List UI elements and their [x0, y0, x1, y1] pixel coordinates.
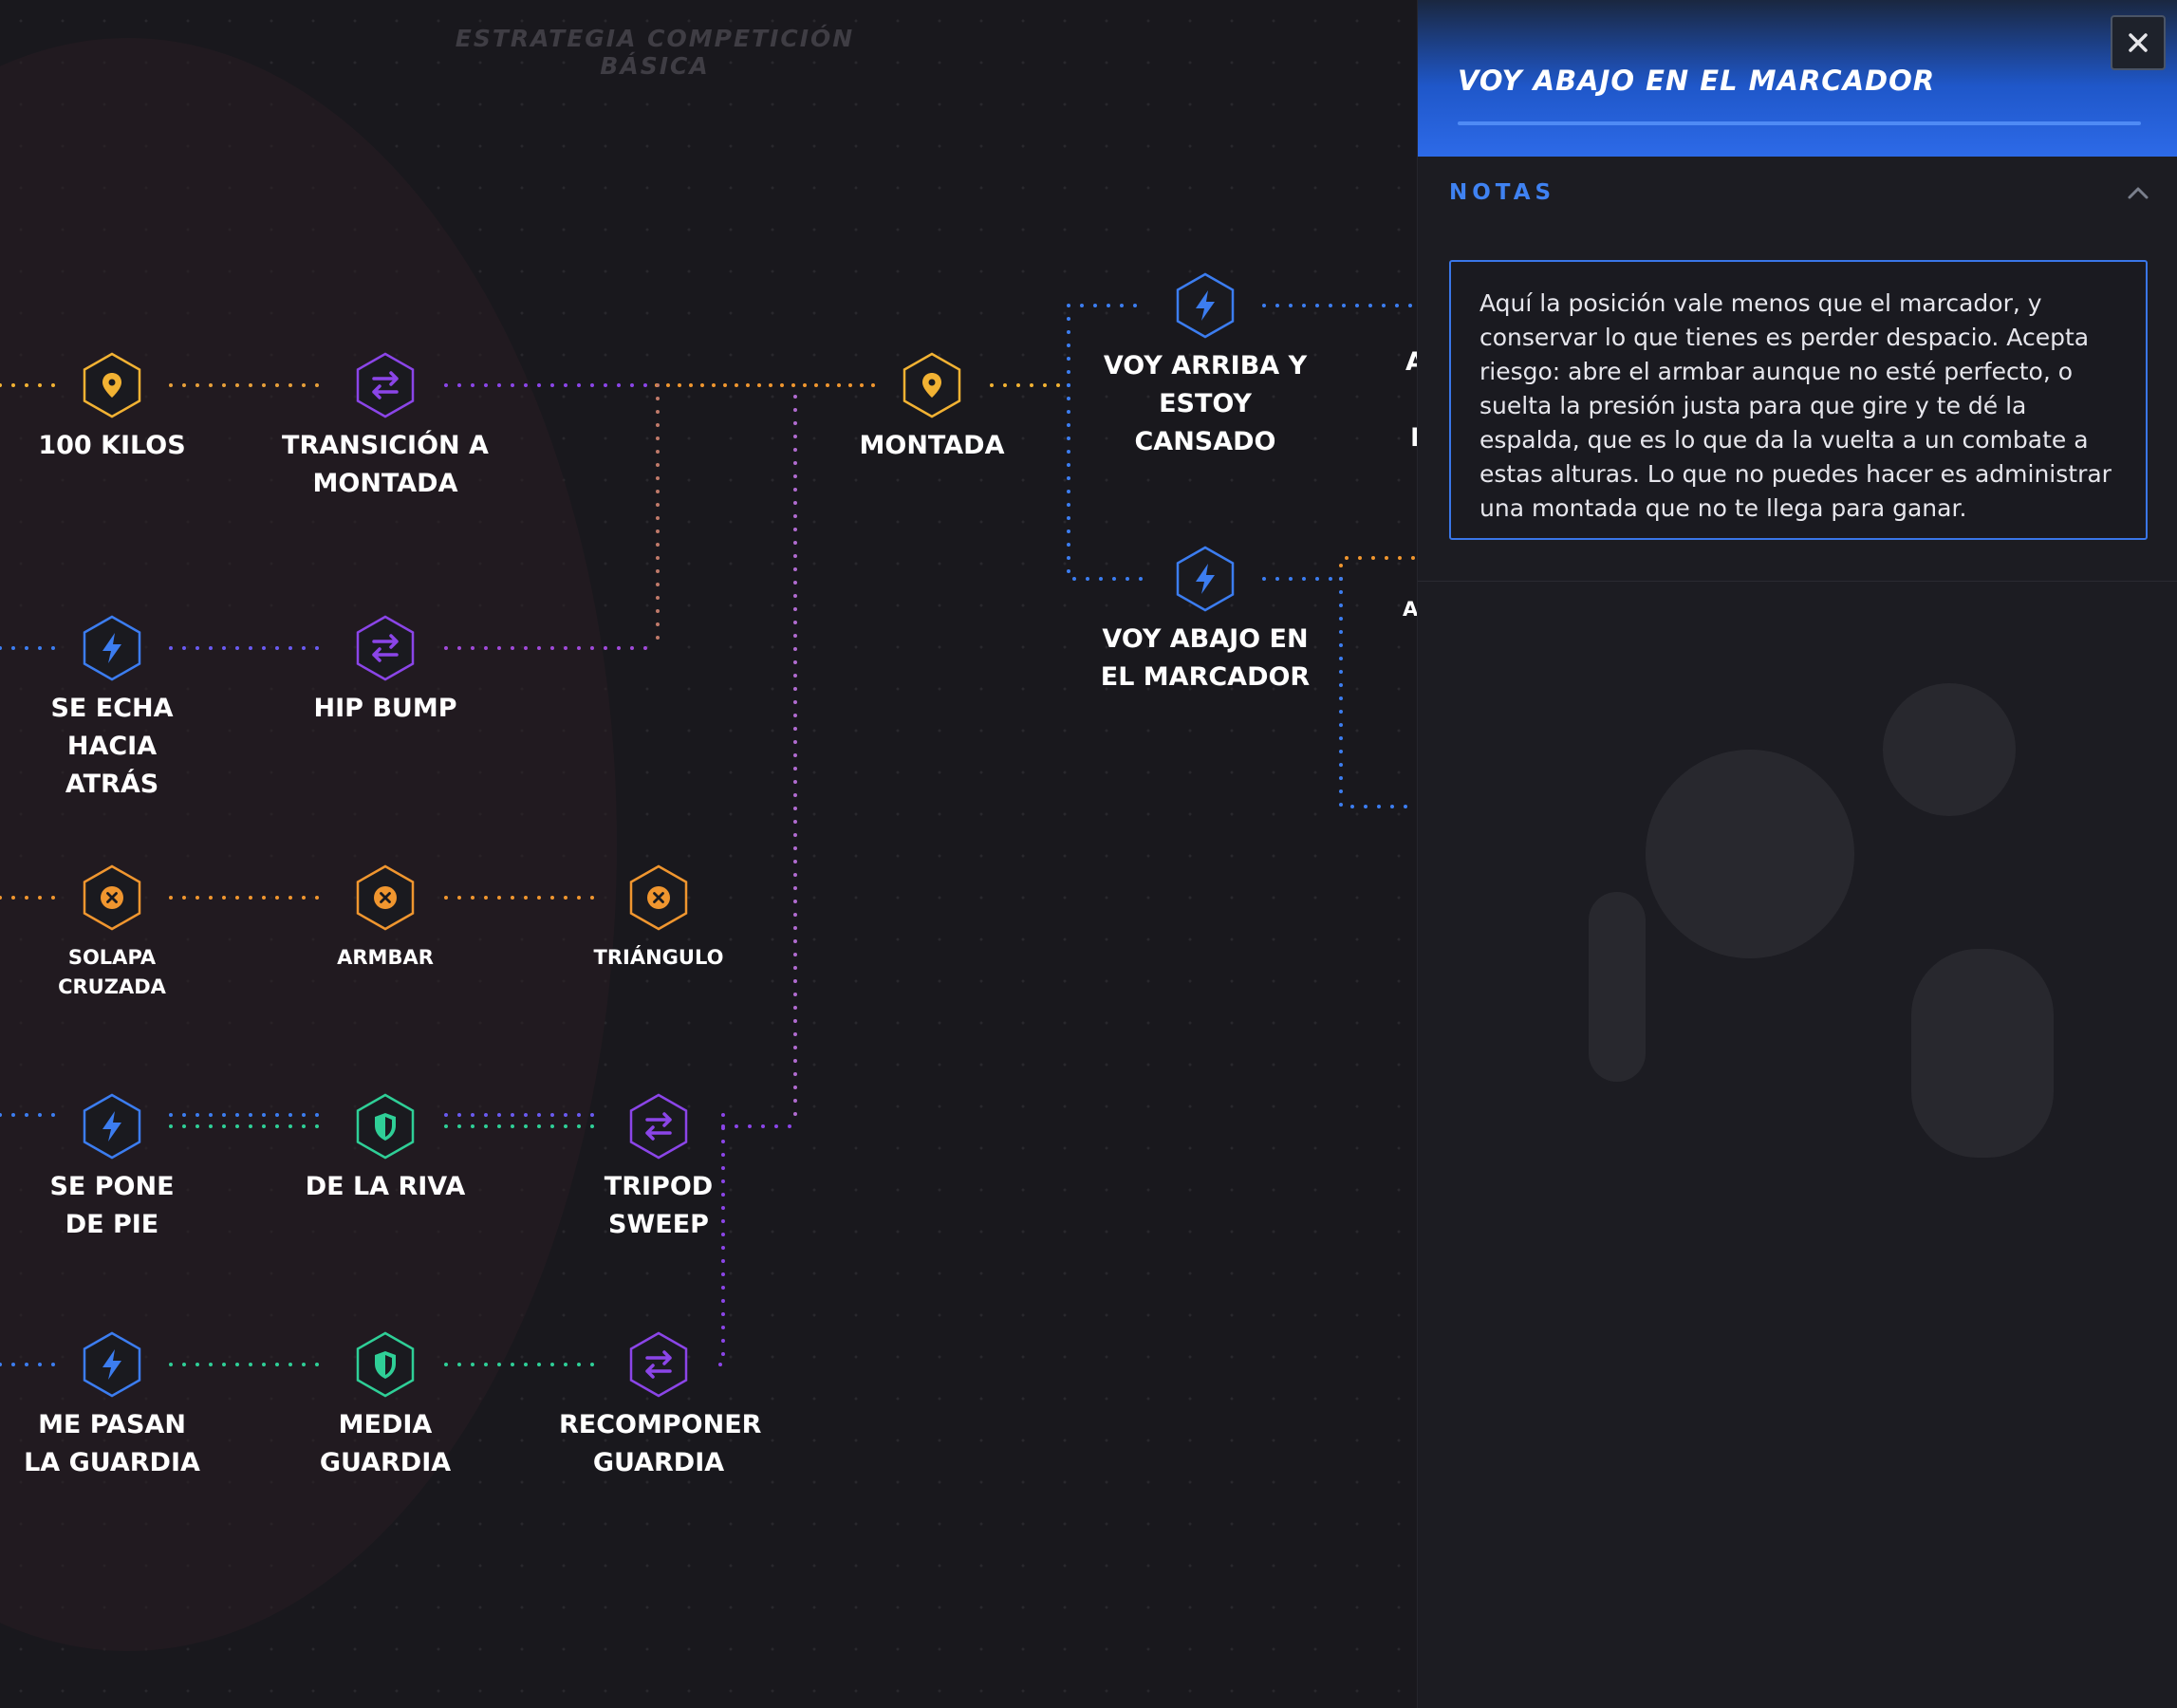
- swap-arrows-icon: [627, 1330, 690, 1399]
- notes-section-toggle[interactable]: NOTAS: [1418, 157, 2177, 232]
- lightning-icon: [81, 614, 143, 682]
- submission-x-icon: [627, 863, 690, 932]
- node-label: VOY ABAJO EN EL MARCADOR: [1100, 624, 1311, 692]
- swap-arrows-icon: [354, 614, 417, 682]
- lightning-icon: [1174, 271, 1237, 340]
- partial-label: I: [1410, 423, 1417, 453]
- panel-title: VOY ABAJO EN EL MARCADOR: [1458, 65, 1936, 97]
- submission-x-icon: [354, 863, 417, 932]
- node-label: VOY ARRIBA Y ESTOY CANSADO: [1103, 351, 1308, 456]
- node-label: ME PASAN LA GUARDIA: [24, 1410, 200, 1477]
- swap-arrows-icon: [354, 351, 417, 419]
- partial-label: A: [1405, 347, 1417, 377]
- title-underline: [1458, 121, 2141, 125]
- strategy-canvas[interactable]: ESTRATEGIA COMPETICIÓN BÁSICA 100 KILOS …: [0, 0, 1417, 1708]
- swap-arrows-icon: [627, 1092, 690, 1160]
- node-label: 100 KILOS: [38, 431, 186, 460]
- close-icon: [2129, 33, 2148, 52]
- partial-label: A: [1403, 598, 1417, 621]
- node-label: TRANSICIÓN A MONTADA: [282, 431, 489, 498]
- map-pin-icon: [901, 351, 963, 419]
- detail-panel: VOY ABAJO EN EL MARCADOR NOTAS Aquí la p…: [1417, 0, 2177, 1708]
- notes-text[interactable]: Aquí la posición vale menos que el marca…: [1449, 260, 2148, 540]
- chevron-up-icon: [2128, 187, 2149, 199]
- node-label: MONTADA: [859, 431, 1005, 460]
- line-voy-abajo-up: [1339, 556, 1417, 581]
- node-label: SOLAPA CRUZADA: [58, 946, 166, 998]
- lightning-icon: [81, 1092, 143, 1160]
- node-label: TRIPOD SWEEP: [604, 1172, 714, 1239]
- submission-x-icon: [81, 863, 143, 932]
- node-label: SE ECHA HACIA ATRÁS: [50, 694, 174, 799]
- node-label: ARMBAR: [337, 946, 434, 969]
- lightning-icon: [81, 1330, 143, 1399]
- shield-icon: [354, 1092, 417, 1160]
- node-label: TRIÁNGULO: [593, 946, 724, 969]
- divider: [1418, 581, 2177, 582]
- watermark-figure-icon: [1589, 683, 2054, 1158]
- lightning-icon: [1174, 545, 1237, 613]
- node-label: HIP BUMP: [313, 694, 457, 723]
- node-label: SE PONE DE PIE: [49, 1172, 175, 1239]
- notes-title: NOTAS: [1449, 180, 1556, 205]
- close-button[interactable]: [2111, 15, 2166, 70]
- node-label: MEDIA GUARDIA: [319, 1410, 452, 1477]
- node-label: RECOMPONER GUARDIA: [559, 1410, 762, 1477]
- panel-header: VOY ABAJO EN EL MARCADOR: [1418, 0, 2177, 157]
- map-pin-icon: [81, 351, 143, 419]
- shield-icon: [354, 1330, 417, 1399]
- node-label: DE LA RIVA: [305, 1172, 466, 1201]
